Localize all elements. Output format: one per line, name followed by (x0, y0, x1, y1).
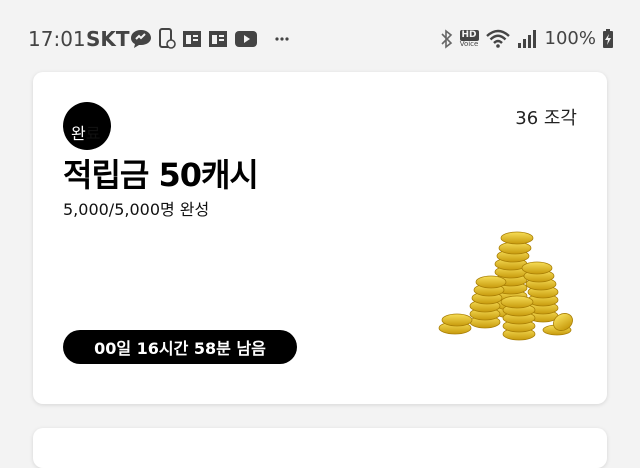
reward-title: 적립금 50캐시 (63, 156, 259, 194)
signal-icon (517, 29, 536, 48)
chat-bubble-icon (131, 30, 151, 48)
wifi-icon (485, 29, 510, 48)
reward-card[interactable]: 완료 36 조각 적립금 50캐시 5,000/5,000명 완성 00일 16… (33, 72, 607, 404)
status-bar: 17:01 SKT HD Voice 100% (0, 0, 640, 62)
battery-charging-icon (603, 28, 613, 48)
badge-text-part2: 료 (85, 124, 101, 143)
time-remaining-pill: 00일 16시간 58분 남음 (63, 330, 297, 364)
news-icon (209, 31, 227, 47)
status-left-icons (130, 28, 292, 50)
news-icon (183, 31, 201, 47)
bluetooth-icon (440, 28, 452, 49)
next-card[interactable] (33, 428, 607, 468)
battery-percent: 100% (544, 28, 596, 49)
youtube-icon (235, 31, 257, 47)
participants-progress: 5,000/5,000명 완성 (63, 200, 210, 219)
time-remaining-text: 00일 16시간 58분 남음 (94, 339, 266, 358)
hd-label: HD (459, 29, 479, 41)
voice-label: Voice (459, 39, 479, 48)
more-dots-icon (275, 37, 289, 41)
completed-badge-label: 완료 (71, 120, 100, 144)
gold-coins-icon (438, 231, 573, 341)
hd-voice-icon: HD Voice (459, 29, 479, 48)
status-time: 17:01 (28, 27, 86, 51)
badge-text-part1: 완 (71, 124, 86, 143)
pieces-count: 36 조각 (515, 108, 577, 129)
phone-sync-icon (159, 28, 176, 49)
status-right-icons: HD Voice 100% (440, 28, 614, 49)
status-carrier: SKT (86, 27, 130, 51)
